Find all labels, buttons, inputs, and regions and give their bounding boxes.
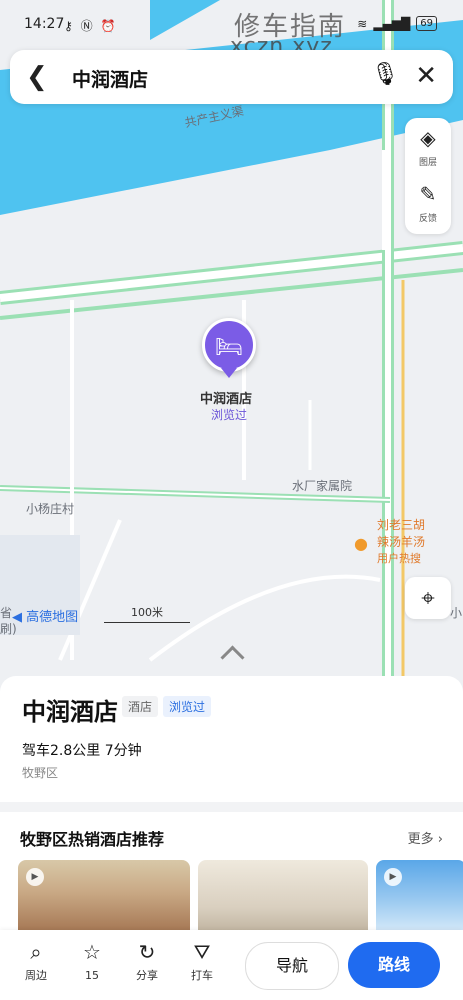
taxi-icon: ⛛ (193, 940, 211, 964)
taxi-button[interactable]: ⛛ 打车 (180, 940, 224, 983)
poi-label-line2[interactable]: 辣汤羊汤 (377, 533, 425, 550)
hotel-pin[interactable]: 🛏 (202, 318, 256, 372)
map-view[interactable]: 共产主义渠 小杨庄村 水厂家属院 ● 刘老三胡 辣汤羊汤 用户热搜 省 刷) 小… (0, 0, 463, 700)
drive-distance: 驾车2.8公里 7分钟 (22, 743, 142, 759)
edge-label-left: 省 (0, 606, 13, 620)
map-scale: 100米 (104, 604, 190, 623)
battery-indicator: 69 (416, 16, 437, 31)
key-icon: ⚷ (64, 19, 75, 33)
layers-icon: ◈ (420, 126, 436, 150)
signal-icon: ▂▄▆█ (373, 16, 411, 31)
star-icon: ☆ (83, 940, 101, 964)
pin-poi-sub: 浏览过 (211, 408, 248, 422)
amap-logo-text: 高德地图 (26, 610, 79, 625)
poi-label-line3: 用户热搜 (377, 552, 421, 565)
search-title[interactable]: 中润酒店 (72, 65, 148, 92)
pin-poi-name[interactable]: 中润酒店 (200, 388, 252, 407)
status-time: 14:27 (24, 16, 65, 32)
favorite-button[interactable]: ☆ 15 (70, 940, 114, 983)
play-icon[interactable]: ▶ (26, 868, 44, 886)
village-label: 小杨庄村 (26, 502, 75, 516)
nearby-button[interactable]: ⌕ 周边 (14, 940, 58, 983)
layers-label: 图层 (418, 158, 437, 168)
compound-label: 水厂家属院 (292, 479, 353, 493)
wifi-icon: ≋ (357, 16, 368, 31)
share-icon: ↻ (138, 940, 156, 964)
status-right: ≋ ▂▄▆█ 69 (357, 16, 437, 31)
status-icons: ⚷ Ⓝ ⏰ (64, 17, 117, 34)
nfc-icon: Ⓝ (80, 19, 95, 33)
feedback-label: 反馈 (418, 214, 437, 224)
share-button[interactable]: ↻ 分享 (125, 940, 169, 983)
more-label: 更多 (407, 832, 434, 847)
chevron-right-icon: › (437, 832, 443, 847)
search-bar[interactable]: ❮ 中润酒店 🎙 ✕ (10, 50, 453, 104)
edit-icon: ✎ (419, 182, 437, 206)
district-label: 牧野区 (22, 766, 59, 780)
more-link[interactable]: 更多 › (408, 828, 443, 847)
feedback-button[interactable]: ✎ 反馈 (405, 182, 451, 225)
bed-icon: 🛏 (215, 335, 243, 360)
amap-logo: ◀ 高德地图 (12, 606, 78, 625)
alarm-icon: ⏰ (100, 19, 118, 33)
layers-button[interactable]: ◈ 图层 (405, 126, 451, 169)
share-label: 分享 (136, 969, 158, 982)
recommend-title: 牧野区热销酒店推荐 (20, 830, 165, 849)
bottom-action-bar: ⌕ 周边 ☆ 15 ↻ 分享 ⛛ 打车 导航 路线 (0, 930, 463, 1000)
back-icon[interactable]: ❮ (26, 62, 48, 92)
side-tools: ◈ 图层 ✎ 反馈 (405, 118, 451, 234)
section-divider (0, 802, 463, 812)
locate-button[interactable]: ⌖ (405, 577, 451, 619)
viewed-tag: 浏览过 (163, 696, 212, 717)
route-button[interactable]: 路线 (348, 942, 440, 988)
amap-logo-icon: ◀ (12, 610, 22, 625)
search-icon: ⌕ (30, 940, 42, 964)
nearby-label: 周边 (25, 969, 47, 982)
close-icon[interactable]: ✕ (415, 61, 437, 91)
hotel-photo-2[interactable] (198, 860, 368, 940)
hotel-photo-3[interactable]: ▶ (376, 860, 463, 940)
hotel-name: 中润酒店 (22, 698, 118, 726)
play-icon[interactable]: ▶ (384, 868, 402, 886)
hotel-photo-1[interactable]: ▶ (18, 860, 190, 940)
edge-label-right: 小 (450, 606, 463, 620)
pin-tip (221, 368, 237, 378)
category-tag: 酒店 (122, 696, 159, 717)
favorite-count: 15 (85, 969, 99, 982)
poi-label-line1[interactable]: 刘老三胡 (377, 516, 425, 533)
taxi-label: 打车 (191, 969, 213, 982)
navigate-button[interactable]: 导航 (245, 942, 339, 990)
restaurant-icon[interactable]: ● (354, 534, 368, 553)
microphone-icon[interactable]: 🎙 (371, 62, 399, 87)
locate-icon: ⌖ (421, 584, 435, 612)
status-bar: 14:27 ⚷ Ⓝ ⏰ ≋ ▂▄▆█ 69 修车指南 xczn.xyz (0, 0, 463, 59)
